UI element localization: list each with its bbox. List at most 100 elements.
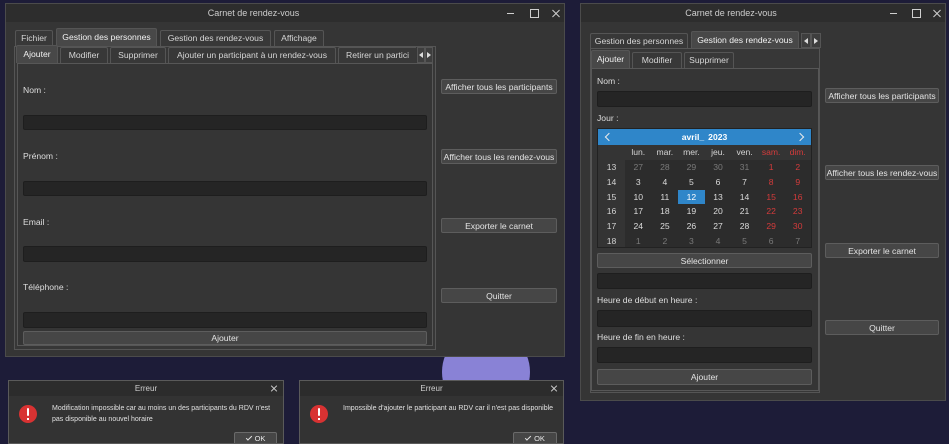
- calendar-day[interactable]: 19: [678, 204, 705, 219]
- afficher-participants-button[interactable]: Afficher tous les participants: [825, 88, 939, 103]
- exporter-carnet-button[interactable]: Exporter le carnet: [441, 218, 557, 233]
- tab-affichage[interactable]: Affichage: [274, 30, 324, 46]
- ok-button[interactable]: OK: [513, 432, 557, 443]
- tab-fichier[interactable]: Fichier: [15, 30, 53, 46]
- quitter-button[interactable]: Quitter: [441, 288, 557, 303]
- calendar-day[interactable]: 27: [625, 160, 652, 175]
- dialog-message: Modification impossible car au moins un …: [52, 403, 270, 425]
- calendar-day[interactable]: 23: [784, 204, 811, 219]
- subtab-supprimer[interactable]: Supprimer: [684, 52, 734, 68]
- afficher-rendez-vous-button[interactable]: Afficher tous les rendez-vous: [825, 165, 939, 180]
- arrow-left-icon[interactable]: [417, 47, 425, 63]
- close-icon[interactable]: [550, 384, 558, 392]
- calendar-day[interactable]: 9: [784, 175, 811, 190]
- maximize-icon[interactable]: [911, 8, 921, 18]
- calendar-day[interactable]: 16: [784, 190, 811, 205]
- calendar-day[interactable]: 30: [705, 160, 732, 175]
- calendar-day[interactable]: 5: [678, 175, 705, 190]
- exporter-carnet-button[interactable]: Exporter le carnet: [825, 243, 939, 258]
- afficher-participants-button[interactable]: Afficher tous les participants: [441, 79, 557, 94]
- ajouter-personne-button[interactable]: Ajouter: [23, 331, 427, 345]
- selected-day-input[interactable]: [597, 273, 812, 289]
- nom-input[interactable]: [597, 91, 812, 107]
- ok-button[interactable]: OK: [234, 432, 277, 443]
- calendar-day[interactable]: 1: [625, 234, 652, 247]
- subtab-modifier[interactable]: Modifier: [632, 52, 682, 68]
- calendar-day[interactable]: 7: [784, 234, 811, 247]
- calendar-day[interactable]: 2: [652, 234, 679, 247]
- tab-gestion-rendez-vous[interactable]: Gestion des rendez-vous: [160, 30, 271, 46]
- calendar-day[interactable]: 4: [705, 234, 732, 247]
- calendar-day[interactable]: 27: [705, 219, 732, 234]
- calendar-day[interactable]: 29: [758, 219, 785, 234]
- quitter-button[interactable]: Quitter: [825, 320, 939, 335]
- dialog-title: Erreur: [300, 381, 563, 396]
- calendar-day[interactable]: 20: [705, 204, 732, 219]
- calendar-day[interactable]: 6: [705, 175, 732, 190]
- calendar-day[interactable]: 4: [652, 175, 679, 190]
- minimize-icon[interactable]: [506, 8, 516, 18]
- subtab-supprimer[interactable]: Supprimer: [110, 47, 166, 63]
- calendar-day[interactable]: 7: [731, 175, 758, 190]
- calendar-day[interactable]: 28: [731, 219, 758, 234]
- arrow-right-icon[interactable]: [811, 33, 821, 48]
- calendar-day[interactable]: 13: [705, 190, 732, 205]
- calendar-year-button[interactable]: 2023: [708, 132, 727, 142]
- calendar-day[interactable]: 8: [758, 175, 785, 190]
- email-input[interactable]: [23, 246, 427, 262]
- calendar-day[interactable]: 29: [678, 160, 705, 175]
- close-icon[interactable]: [932, 8, 942, 18]
- minimize-icon[interactable]: [889, 8, 899, 18]
- calendar-day[interactable]: 17: [625, 204, 652, 219]
- calendar-day[interactable]: 28: [652, 160, 679, 175]
- dialog-title: Erreur: [9, 381, 283, 396]
- telephone-input[interactable]: [23, 312, 427, 328]
- subtab-retirer-participant[interactable]: Retirer un partici: [338, 47, 416, 63]
- calendar-day[interactable]: 3: [625, 175, 652, 190]
- calendar-month-button[interactable]: avril_: [682, 132, 704, 142]
- calendar-day[interactable]: 2: [784, 160, 811, 175]
- tab-gestion-rendez-vous[interactable]: Gestion des rendez-vous: [691, 31, 799, 49]
- heure-debut-label: Heure de début en heure :: [597, 295, 698, 305]
- arrow-right-icon[interactable]: [425, 47, 433, 63]
- main-tabbar: Gestion des personnes Gestion des rendez…: [590, 31, 802, 49]
- heure-debut-input[interactable]: [597, 310, 812, 327]
- calendar-day[interactable]: 11: [652, 190, 679, 205]
- tab-gestion-personnes[interactable]: Gestion des personnes: [56, 28, 157, 46]
- calendar-day[interactable]: 14: [731, 190, 758, 205]
- subtab-ajouter-participant[interactable]: Ajouter un participant à un rendez-vous: [168, 47, 336, 63]
- calendar-day[interactable]: 21: [731, 204, 758, 219]
- calendar-day[interactable]: 30: [784, 219, 811, 234]
- calendar-day[interactable]: 12: [678, 189, 705, 205]
- prenom-input[interactable]: [23, 181, 427, 196]
- calendar-day[interactable]: 31: [731, 160, 758, 175]
- afficher-rendez-vous-button[interactable]: Afficher tous les rendez-vous: [441, 149, 557, 164]
- calendar-day[interactable]: 15: [758, 190, 785, 205]
- close-icon[interactable]: [551, 8, 561, 18]
- calendar-week-number: 13: [598, 160, 625, 175]
- title-bar[interactable]: Carnet de rendez-vous: [6, 4, 564, 22]
- nom-input[interactable]: [23, 115, 427, 130]
- calendar-day[interactable]: 5: [731, 234, 758, 247]
- calendar-day[interactable]: 26: [678, 219, 705, 234]
- calendar-day[interactable]: 24: [625, 219, 652, 234]
- subtab-ajouter[interactable]: Ajouter: [591, 50, 630, 68]
- subtab-modifier[interactable]: Modifier: [60, 47, 108, 63]
- calendar-day[interactable]: 18: [652, 204, 679, 219]
- calendar-day[interactable]: 22: [758, 204, 785, 219]
- tab-gestion-personnes[interactable]: Gestion des personnes: [590, 33, 688, 49]
- arrow-left-icon[interactable]: [801, 33, 811, 48]
- calendar-day[interactable]: 1: [758, 160, 785, 175]
- calendar-day[interactable]: 6: [758, 234, 785, 247]
- close-icon[interactable]: [270, 384, 278, 392]
- calendar-day[interactable]: 25: [652, 219, 679, 234]
- calendar-day[interactable]: 10: [625, 190, 652, 205]
- maximize-icon[interactable]: [529, 8, 539, 18]
- error-dialog-ajout-participant: Erreur Impossible d'ajouter le participa…: [299, 380, 564, 444]
- subtab-ajouter[interactable]: Ajouter: [16, 45, 58, 63]
- selectionner-button[interactable]: Sélectionner: [597, 253, 812, 268]
- ajouter-rendez-vous-button[interactable]: Ajouter: [597, 369, 812, 385]
- title-bar[interactable]: Carnet de rendez-vous: [581, 4, 945, 22]
- calendar-day[interactable]: 3: [678, 234, 705, 247]
- heure-fin-input[interactable]: [597, 347, 812, 363]
